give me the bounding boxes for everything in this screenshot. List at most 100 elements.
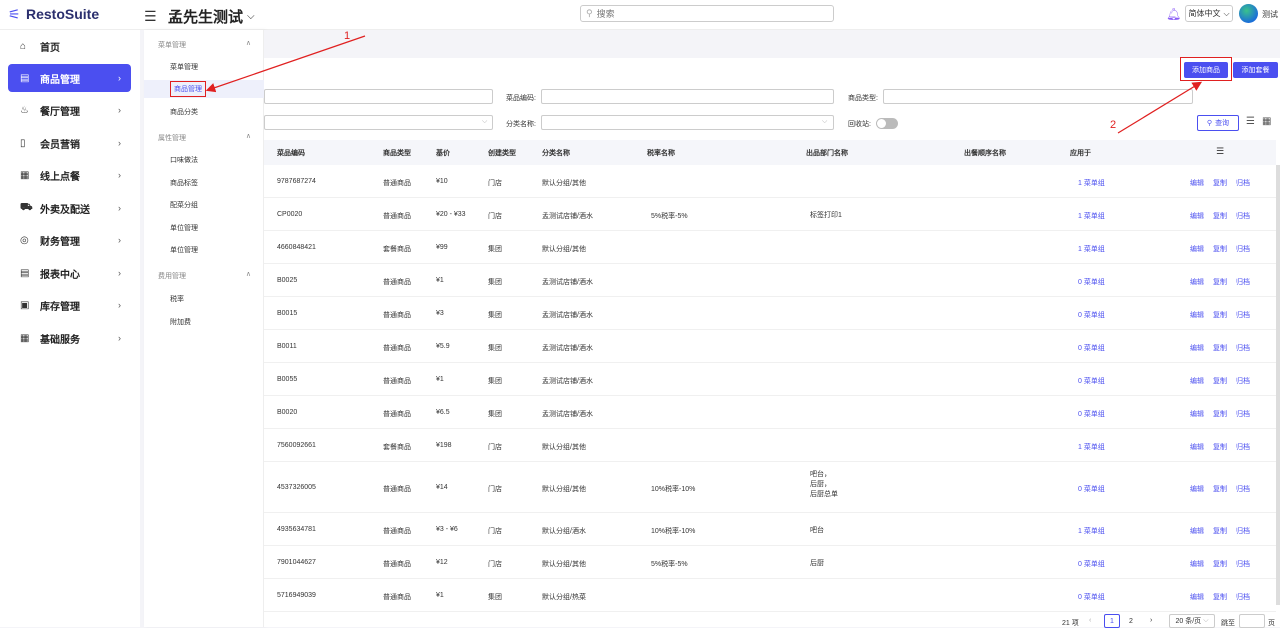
menu-toggle-icon[interactable]: ☰ [144, 8, 157, 25]
jump-page-input[interactable] [1239, 614, 1265, 628]
archive-link[interactable]: 归档 [1236, 376, 1250, 386]
page-1-button[interactable]: 1 [1104, 614, 1120, 628]
sidebar-item-delivery[interactable]: ⛟ 外卖及配送 › [8, 194, 131, 222]
sidebar-item-online-order[interactable]: ▦ 线上点餐 › [8, 161, 131, 189]
table-row[interactable]: 4660848421 套餐商品 ¥99 集团 默认分组/其他 1 菜单组 编辑 复制 归档 [264, 231, 1276, 264]
submenu-item-surcharge[interactable]: 附加费 [144, 313, 264, 331]
archive-link[interactable]: 归档 [1236, 484, 1250, 494]
notification-bell-icon[interactable]: 🔔︎ [1166, 7, 1181, 21]
avatar[interactable] [1239, 4, 1258, 23]
table-row[interactable]: 4537326005 普通商品 ¥14 门店 默认分组/其他 10%税率-10% 吧台， 后厨… [264, 462, 1276, 513]
add-combo-button[interactable]: 添加套餐 [1233, 62, 1278, 78]
archive-link[interactable]: 归档 [1236, 244, 1250, 254]
edit-link[interactable]: 编辑 [1190, 526, 1204, 536]
submenu-item-tax[interactable]: 税率 [144, 290, 264, 308]
archive-link[interactable]: 归档 [1236, 592, 1250, 602]
apply-menu-group-link[interactable]: 0 菜单组 [1078, 592, 1105, 602]
language-select[interactable]: 简体中文 ⌵ [1185, 5, 1233, 22]
sidebar-item-inventory[interactable]: ▣ 库存管理 › [8, 291, 131, 319]
edit-link[interactable]: 编辑 [1190, 592, 1204, 602]
apply-menu-group-link[interactable]: 0 菜单组 [1078, 409, 1105, 419]
search-box[interactable]: ⚲ [580, 5, 834, 22]
archive-link[interactable]: 归档 [1236, 526, 1250, 536]
submenu-item-units[interactable]: 单位管理 [144, 219, 264, 237]
name-filter-input[interactable] [264, 89, 493, 104]
edit-link[interactable]: 编辑 [1190, 277, 1204, 287]
submenu-item-flavor[interactable]: 口味做法 [144, 151, 264, 169]
apply-menu-group-link[interactable]: 0 菜单组 [1078, 484, 1105, 494]
table-row[interactable]: B0011 普通商品 ¥5.9 集团 孟测试店铺/酒水 0 菜单组 编辑 复制 归档 [264, 330, 1276, 363]
apply-menu-group-link[interactable]: 0 菜单组 [1078, 376, 1105, 386]
sidebar-item-member[interactable]: ▯ 会员营销 › [8, 129, 131, 157]
copy-link[interactable]: 复制 [1213, 592, 1227, 602]
table-row[interactable]: 5716949039 普通商品 ¥1 集团 默认分组/热菜 0 菜单组 编辑 复制 归档 [264, 579, 1276, 612]
table-row[interactable]: 9787687274 普通商品 ¥10 门店 默认分组/其他 1 菜单组 编辑 复制 归档 [264, 165, 1276, 198]
category-select[interactable] [541, 115, 834, 130]
archive-link[interactable]: 归档 [1236, 442, 1250, 452]
edit-link[interactable]: 编辑 [1190, 244, 1204, 254]
brand-logo[interactable]: ⚟ RestoSuite [8, 6, 99, 22]
next-page-icon[interactable]: › [1150, 617, 1152, 624]
sidebar-item-report[interactable]: ▤ 报表中心 › [8, 259, 131, 287]
sidebar-item-finance[interactable]: ◎ 财务管理 › [8, 226, 131, 254]
sidebar-item-basic-services[interactable]: ▦ 基础服务 › [8, 324, 131, 352]
copy-link[interactable]: 复制 [1213, 484, 1227, 494]
submenu-item-menu[interactable]: 菜单管理 [144, 58, 264, 76]
apply-menu-group-link[interactable]: 0 菜单组 [1078, 310, 1105, 320]
product-type-select[interactable] [883, 89, 1193, 104]
page-size-select[interactable]: 20 条/页 ⌵ [1169, 614, 1215, 628]
table-row[interactable]: 7560092661 套餐商品 ¥198 门店 默认分组/其他 1 菜单组 编辑 复制 归档 [264, 429, 1276, 462]
submenu-item-side-groups[interactable]: 配菜分组 [144, 196, 264, 214]
recycle-bin-toggle[interactable] [876, 118, 898, 129]
sidebar-item-home[interactable]: ⌂ 首页 [8, 32, 131, 60]
archive-link[interactable]: 归档 [1236, 559, 1250, 569]
edit-link[interactable]: 编辑 [1190, 310, 1204, 320]
submenu-item-tags[interactable]: 商品标签 [144, 174, 264, 192]
archive-link[interactable]: 归档 [1236, 277, 1250, 287]
user-name[interactable]: 测试 [1262, 9, 1278, 20]
chevron-up-icon[interactable]: ∧ [246, 39, 251, 47]
chevron-up-icon[interactable]: ∧ [246, 270, 251, 278]
scrollbar[interactable] [1276, 165, 1280, 605]
table-row[interactable]: B0015 普通商品 ¥3 集团 孟测试店铺/酒水 0 菜单组 编辑 复制 归档 [264, 297, 1276, 330]
edit-link[interactable]: 编辑 [1190, 442, 1204, 452]
copy-link[interactable]: 复制 [1213, 559, 1227, 569]
edit-link[interactable]: 编辑 [1190, 409, 1204, 419]
apply-menu-group-link[interactable]: 0 菜单组 [1078, 559, 1105, 569]
archive-link[interactable]: 归档 [1236, 343, 1250, 353]
archive-link[interactable]: 归档 [1236, 310, 1250, 320]
edit-link[interactable]: 编辑 [1190, 376, 1204, 386]
edit-link[interactable]: 编辑 [1190, 211, 1204, 221]
apply-menu-group-link[interactable]: 1 菜单组 [1078, 526, 1105, 536]
table-row[interactable]: 4935634781 普通商品 ¥3 - ¥6 门店 默认分组/酒水 10%税率-10% 吧… [264, 513, 1276, 546]
copy-link[interactable]: 复制 [1213, 442, 1227, 452]
apply-menu-group-link[interactable]: 1 菜单组 [1078, 178, 1105, 188]
archive-link[interactable]: 归档 [1236, 178, 1250, 188]
apply-menu-group-link[interactable]: 1 菜单组 [1078, 442, 1105, 452]
edit-link[interactable]: 编辑 [1190, 559, 1204, 569]
edit-link[interactable]: 编辑 [1190, 178, 1204, 188]
copy-link[interactable]: 复制 [1213, 376, 1227, 386]
dish-code-input[interactable] [541, 89, 834, 104]
chevron-up-icon[interactable]: ∧ [246, 132, 251, 140]
copy-link[interactable]: 复制 [1213, 244, 1227, 254]
column-settings-icon[interactable]: ☰ [1216, 146, 1224, 157]
query-button[interactable]: ⚲ 查询 [1197, 115, 1239, 131]
apply-menu-group-link[interactable]: 1 菜单组 [1078, 211, 1105, 221]
edit-link[interactable]: 编辑 [1190, 484, 1204, 494]
prev-page-icon[interactable]: ‹ [1089, 617, 1091, 624]
copy-link[interactable]: 复制 [1213, 343, 1227, 353]
submenu-item-categories[interactable]: 商品分类 [144, 103, 264, 121]
status-select[interactable] [264, 115, 493, 130]
copy-link[interactable]: 复制 [1213, 178, 1227, 188]
copy-link[interactable]: 复制 [1213, 310, 1227, 320]
archive-link[interactable]: 归档 [1236, 211, 1250, 221]
store-switcher[interactable]: 孟先生测试 ⌵ [168, 6, 255, 27]
page-2-button[interactable]: 2 [1129, 618, 1133, 625]
apply-menu-group-link[interactable]: 1 菜单组 [1078, 244, 1105, 254]
copy-link[interactable]: 复制 [1213, 277, 1227, 287]
table-row[interactable]: B0020 普通商品 ¥6.5 集团 孟测试店铺/酒水 0 菜单组 编辑 复制 归档 [264, 396, 1276, 429]
copy-link[interactable]: 复制 [1213, 526, 1227, 536]
apply-menu-group-link[interactable]: 0 菜单组 [1078, 343, 1105, 353]
table-row[interactable]: B0025 普通商品 ¥1 集团 孟测试店铺/酒水 0 菜单组 编辑 复制 归档 [264, 264, 1276, 297]
